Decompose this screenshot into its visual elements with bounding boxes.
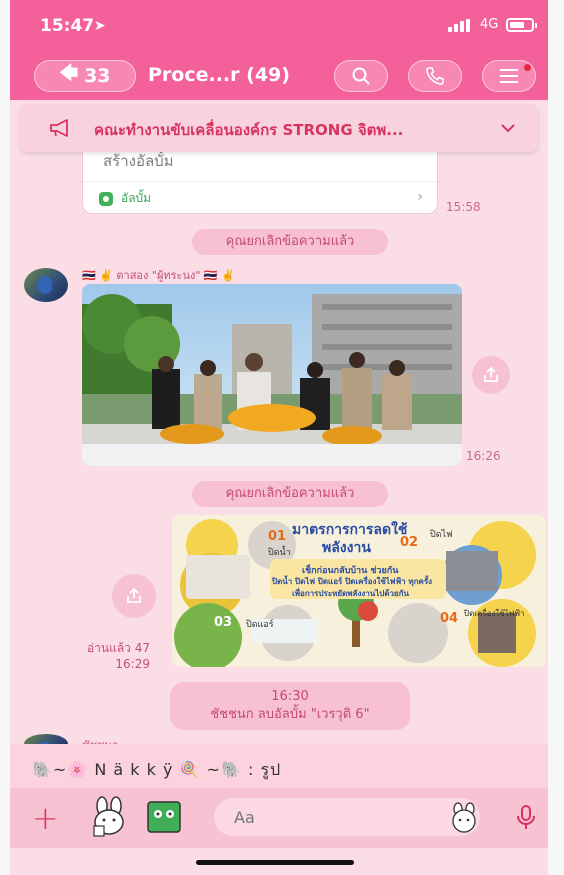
poster-step-03: 03 <box>214 615 233 630</box>
system-notice: 16:30 ชัชชนก ลบอัลบั้ม "เวรวุติ 6" <box>170 682 410 730</box>
battery-icon <box>506 18 537 32</box>
megaphone-icon <box>50 119 68 137</box>
phone-icon <box>426 67 444 85</box>
poster-title-line2: พลังงาน <box>322 540 371 556</box>
poster-step-01-label: ปิดน้ำ <box>268 548 291 558</box>
album-icon <box>99 191 113 206</box>
location-arrow-icon: ➤ <box>94 18 106 34</box>
album-link-label: อัลบั้ม <box>121 191 152 205</box>
signal-icon <box>448 19 474 32</box>
poster-step-02-label: ปิดไฟ <box>430 530 453 540</box>
share-icon <box>484 366 498 382</box>
energy-poster-image[interactable]: มาตรการการลดใช้ พลังงาน 01 ปิดน้ำ 02 ปิด… <box>172 515 546 667</box>
chevron-right-icon: › <box>417 189 423 205</box>
search-button[interactable] <box>334 60 388 92</box>
chat-title: Proce...r (49) <box>148 64 290 86</box>
notification-dot <box>524 64 531 71</box>
announcement-bar[interactable]: คณะทำงานขับเคลื่อนองค์กร STRONG จิตพ... <box>20 104 538 152</box>
reply-preview[interactable]: 🐘~🌸 N ä k k ÿ 🍭 ~🐘 : รูป <box>10 744 548 788</box>
home-indicator <box>196 860 354 865</box>
status-time: 15:47 <box>40 16 95 36</box>
poster-slogan-3: เพื่อการประหยัดพลังงานไปด้วยกัน <box>292 589 410 598</box>
photo-message[interactable] <box>82 284 462 466</box>
divider <box>83 181 437 182</box>
chevron-down-icon[interactable] <box>498 118 518 138</box>
status-bar: 15:47 ➤ 4G <box>10 0 548 50</box>
sender-name: 🇹🇭 ✌️ ตาสอง "ผู้ทระนง" 🇹🇭 ✌️ <box>82 269 235 282</box>
share-icon <box>127 587 141 603</box>
plus-icon[interactable]: + <box>32 802 59 834</box>
image-icon[interactable] <box>146 800 182 834</box>
message-time: 16:29 <box>115 657 150 671</box>
system-time: 16:30 <box>271 689 309 704</box>
hamburger-menu-icon <box>500 69 518 83</box>
album-link[interactable]: อัลบั้ม <box>99 189 151 208</box>
message-input[interactable] <box>214 798 480 836</box>
poster-step-01: 01 <box>268 529 287 544</box>
unsent-notice: คุณยกเลิกข้อความแล้ว <box>192 481 388 507</box>
back-arrow-icon: 🡄 <box>59 63 79 84</box>
emoji-icon[interactable] <box>448 802 480 834</box>
reply-preview-text: 🐘~🌸 N ä k k ÿ 🍭 ~🐘 : รูป <box>32 760 282 779</box>
poster-step-04-label: ปิดเครื่องใช้ไฟฟ้า <box>464 609 525 618</box>
network-label: 4G <box>480 17 499 32</box>
chat-screen: 15:47 ➤ 4G 🡄 33 Proce...r (49) คณะทำงานข… <box>10 0 548 875</box>
poster-step-03-label: ปิดแอร์ <box>246 620 274 630</box>
chat-header: 🡄 33 Proce...r (49) <box>10 50 548 100</box>
read-count: อ่านแล้ว 47 <box>86 641 150 655</box>
announcement-text: คณะทำงานขับเคลื่อนองค์กร STRONG จิตพ... <box>94 121 404 139</box>
message-time: 16:26 <box>466 449 501 463</box>
read-receipt: อ่านแล้ว 47 16:29 <box>87 640 150 672</box>
message-time: 15:58 <box>446 200 481 214</box>
input-bar: + <box>10 788 548 848</box>
poster-step-02: 02 <box>400 535 419 550</box>
unread-count: 33 <box>84 65 111 87</box>
menu-button[interactable] <box>482 60 536 92</box>
album-card-title: สร้างอัลบั้ม <box>103 152 174 170</box>
search-icon <box>352 67 370 85</box>
sticker-icon[interactable] <box>86 796 132 840</box>
microphone-icon[interactable] <box>516 804 536 830</box>
poster-step-04: 04 <box>440 611 459 626</box>
system-text: ชัชชนก ลบอัลบั้ม "เวรวุติ 6" <box>210 707 370 722</box>
back-button[interactable]: 🡄 33 <box>34 60 136 92</box>
avatar[interactable] <box>24 268 68 302</box>
share-button[interactable] <box>472 356 510 394</box>
group-photo <box>82 284 462 466</box>
share-button[interactable] <box>112 574 156 618</box>
call-button[interactable] <box>408 60 462 92</box>
unsent-notice: คุณยกเลิกข้อความแล้ว <box>192 229 388 255</box>
